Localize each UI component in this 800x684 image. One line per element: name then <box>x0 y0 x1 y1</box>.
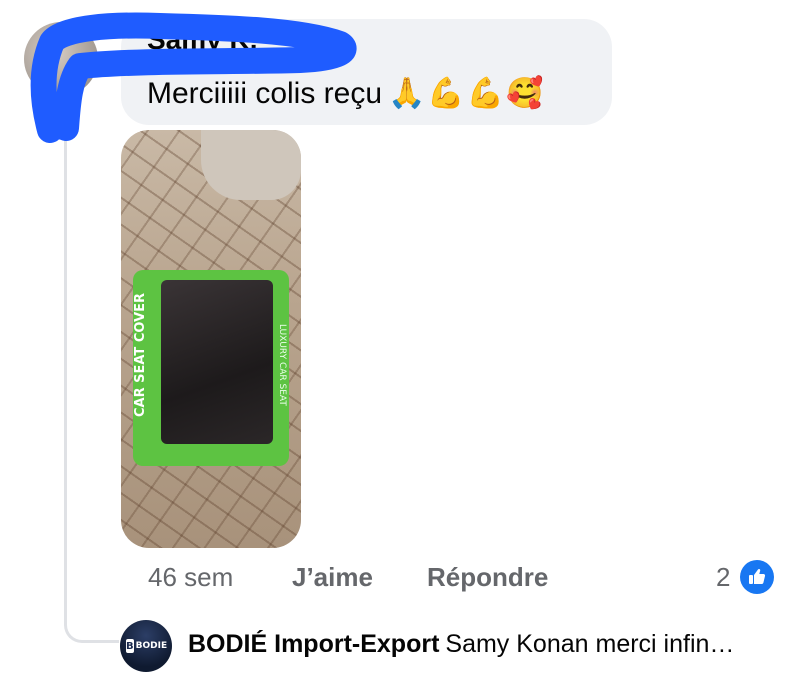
thumbs-up-icon[interactable] <box>740 560 774 594</box>
comment-message: Merciiiii colis reçu <box>147 77 383 110</box>
comment-photo[interactable]: CAR SEAT COVER LUXURY CAR SEAT <box>121 130 301 548</box>
bodie-logo-text: BODIE <box>135 641 168 651</box>
reaction-count[interactable]: 2 <box>716 562 730 593</box>
reply-preview[interactable]: BODIÉ Import-Export Samy Konan merci infi… <box>188 630 778 659</box>
photo-sack <box>201 130 301 200</box>
photo-bag-window <box>161 280 273 444</box>
comment-text: Merciiiii colis reçu 🙏💪💪🥰 <box>147 76 545 111</box>
reply-thread-line <box>64 130 119 643</box>
commenter-avatar[interactable] <box>24 22 98 96</box>
reply-avatar[interactable]: B BODIE <box>120 620 172 672</box>
comment-time[interactable]: 46 sem <box>148 562 233 593</box>
reply-author[interactable]: BODIÉ Import-Export <box>188 630 439 658</box>
comment-emojis: 🙏💪💪🥰 <box>388 76 546 111</box>
bodie-logo: B BODIE <box>126 638 168 654</box>
comment-author[interactable]: Samy K. <box>147 24 258 56</box>
thumbs-up-glyph <box>749 569 766 584</box>
reply-text: Samy Konan merci infin… <box>445 630 735 658</box>
reply-button[interactable]: Répondre <box>427 562 548 593</box>
photo-bag-side-label: LUXURY CAR SEAT <box>277 324 287 406</box>
like-button[interactable]: J’aime <box>292 562 373 593</box>
bodie-logo-mark: B <box>126 639 134 653</box>
photo-bag-label: CAR SEAT COVER <box>133 292 148 418</box>
